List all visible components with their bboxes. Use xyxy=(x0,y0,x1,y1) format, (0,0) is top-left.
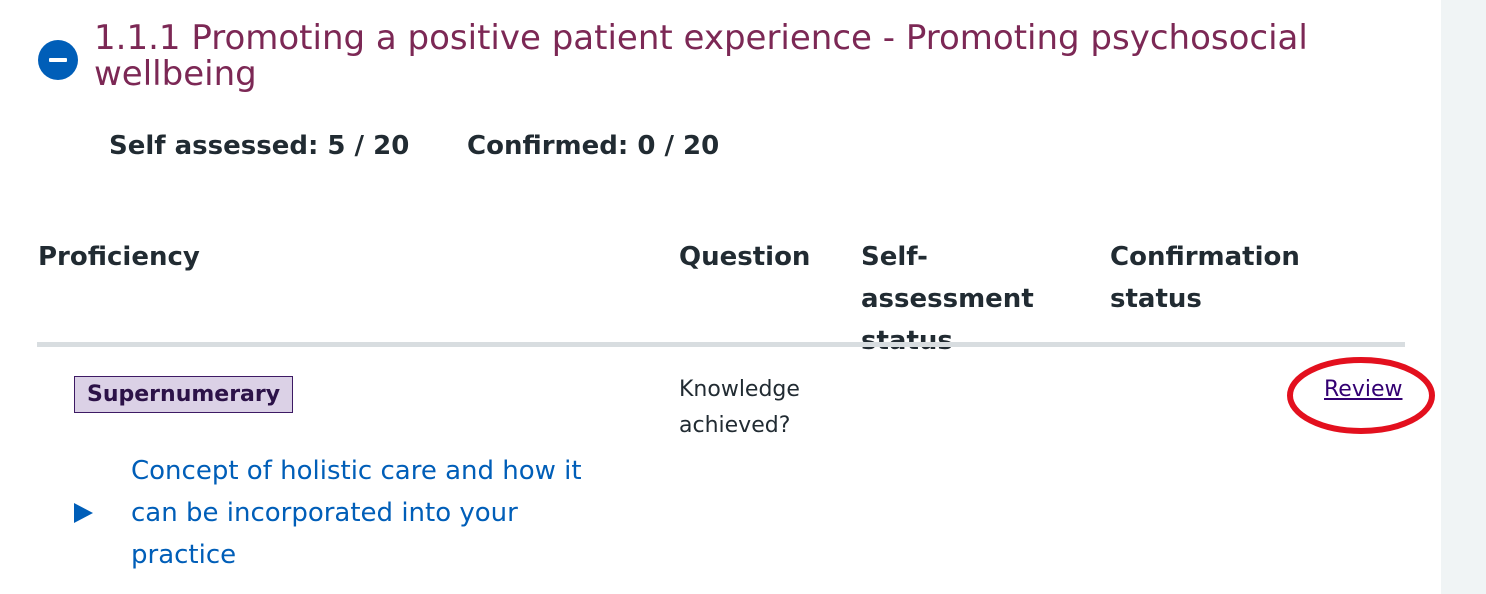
page-gutter xyxy=(1441,0,1486,594)
section-title[interactable]: 1.1.1 Promoting a positive patient exper… xyxy=(94,20,1334,92)
proficiency-details-toggle[interactable]: Concept of holistic care and how it can … xyxy=(131,450,611,576)
highlight-circle-annotation xyxy=(1287,357,1435,434)
page: 1.1.1 Promoting a positive patient exper… xyxy=(0,0,1486,594)
question-cell: Knowledge achieved? xyxy=(679,377,800,438)
column-header-confirmation-status: Confirmation status xyxy=(1110,242,1300,314)
expand-arrow-icon[interactable] xyxy=(74,503,93,523)
supernumerary-tag: Supernumerary xyxy=(74,376,294,413)
confirmed-count: Confirmed: 0 / 20 xyxy=(467,131,720,161)
column-header-proficiency: Proficiency xyxy=(38,242,200,272)
minus-icon xyxy=(49,58,67,62)
column-header-question: Question xyxy=(679,242,811,272)
collapse-section-icon[interactable] xyxy=(38,40,78,80)
table-header-divider xyxy=(37,342,1405,347)
self-assessed-count: Self assessed: 5 / 20 xyxy=(109,131,410,161)
